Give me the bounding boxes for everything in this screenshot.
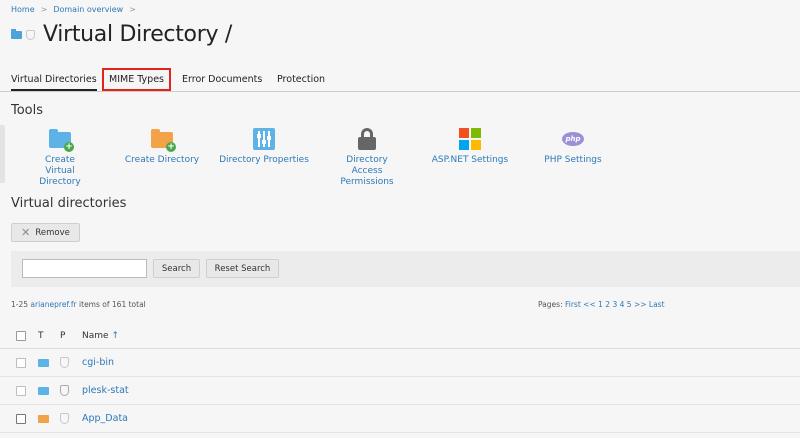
- table-row: App_Data: [0, 405, 800, 433]
- table-header: T P Name ↑: [0, 322, 800, 349]
- tool-create-virtual-directory[interactable]: + Create Virtual Directory: [15, 128, 105, 188]
- tab-error-documents[interactable]: Error Documents: [182, 74, 262, 85]
- virtual-directories-title: Virtual directories: [11, 196, 127, 211]
- pager: Pages: First << 1 2 3 4 5 >> Last: [538, 300, 665, 309]
- folder-orange-add-icon: +: [151, 128, 176, 152]
- reset-search-button[interactable]: Reset Search: [206, 259, 279, 278]
- chevron-right-icon: >: [40, 5, 48, 14]
- column-type: T: [38, 331, 44, 341]
- shield-icon: [26, 29, 35, 40]
- select-all-checkbox[interactable]: [16, 331, 26, 341]
- tool-label: ASP.NET Settings: [431, 155, 509, 165]
- folder-icon: [38, 387, 49, 395]
- table-row: cgi-bin: [0, 349, 800, 377]
- tab-virtual-directories[interactable]: Virtual Directories: [11, 74, 97, 91]
- title-row: Virtual Directory /: [11, 22, 232, 47]
- row-checkbox[interactable]: [16, 414, 26, 424]
- chevron-right-icon: >: [129, 5, 136, 14]
- tool-create-directory[interactable]: + Create Directory: [117, 128, 207, 166]
- column-name[interactable]: Name ↑: [82, 331, 119, 341]
- pager-prev[interactable]: <<: [583, 300, 596, 309]
- row-checkbox[interactable]: [16, 358, 26, 368]
- tool-label: Directory Properties: [219, 155, 309, 165]
- row-name-link[interactable]: cgi-bin: [82, 357, 114, 368]
- pager-first[interactable]: First: [565, 300, 581, 309]
- breadcrumb-home[interactable]: Home: [11, 5, 35, 14]
- pager-next[interactable]: >>: [634, 300, 647, 309]
- tool-php-settings[interactable]: php PHP Settings: [528, 128, 618, 166]
- list-total: items of 161 total: [79, 300, 146, 309]
- list-range: 1-25: [11, 300, 29, 309]
- remove-button[interactable]: ✕ Remove: [11, 223, 80, 242]
- tab-protection[interactable]: Protection: [277, 74, 325, 85]
- php-icon: php: [562, 128, 584, 150]
- windows-icon: [459, 128, 481, 150]
- breadcrumb-domain-overview[interactable]: Domain overview: [53, 5, 123, 14]
- tool-aspnet-settings[interactable]: ASP.NET Settings: [425, 128, 515, 166]
- list-info: 1-25 arianepref.fr items of 161 total: [11, 300, 146, 309]
- remove-icon: ✕: [21, 226, 31, 239]
- search-button[interactable]: Search: [153, 259, 200, 278]
- lock-icon: [356, 128, 378, 150]
- folder-add-icon: +: [49, 128, 74, 152]
- tool-directory-properties[interactable]: Directory Properties: [219, 128, 309, 166]
- row-name-link[interactable]: plesk-stat: [82, 385, 129, 396]
- shield-icon: [60, 413, 69, 424]
- shield-icon: [60, 357, 69, 368]
- tool-label: Directory Access Permissions: [340, 155, 394, 187]
- folder-icon: [11, 28, 22, 39]
- pager-pages[interactable]: 1 2 3 4 5: [598, 300, 631, 309]
- tab-mime-types[interactable]: MIME Types: [102, 68, 171, 91]
- pager-last[interactable]: Last: [649, 300, 665, 309]
- column-protection: P: [60, 331, 66, 341]
- tool-label: Create Virtual Directory: [39, 155, 81, 187]
- shield-icon: [60, 385, 69, 396]
- folder-icon: [38, 415, 49, 423]
- sort-asc-icon: ↑: [111, 331, 119, 341]
- row-name-link[interactable]: App_Data: [82, 413, 128, 424]
- side-panel-handle[interactable]: [0, 125, 5, 183]
- tool-directory-access-permissions[interactable]: Directory Access Permissions: [322, 128, 412, 188]
- remove-label: Remove: [35, 227, 70, 238]
- tool-label: PHP Settings: [544, 155, 602, 165]
- pager-label: Pages:: [538, 300, 563, 309]
- page-title: Virtual Directory /: [43, 22, 232, 47]
- tools-title: Tools: [11, 103, 44, 118]
- column-name-label: Name: [82, 331, 109, 341]
- tool-label: Create Directory: [124, 155, 200, 165]
- row-checkbox[interactable]: [16, 386, 26, 396]
- folder-icon: [38, 359, 49, 367]
- table-row: plesk-stat: [0, 377, 800, 405]
- tab-bar: Virtual Directories MIME Types Error Doc…: [0, 68, 800, 92]
- search-input[interactable]: [22, 259, 147, 278]
- breadcrumb: Home > Domain overview >: [11, 5, 136, 14]
- domain-link[interactable]: arianepref.fr: [30, 300, 76, 309]
- sliders-icon: [253, 128, 275, 150]
